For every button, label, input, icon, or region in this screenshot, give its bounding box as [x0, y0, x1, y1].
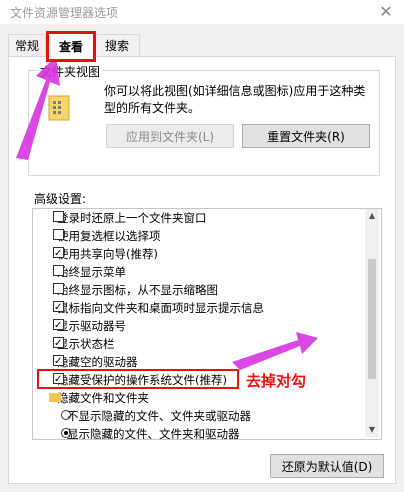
scroll-thumb[interactable]	[368, 259, 376, 379]
list-item-label: 显示驱动器号	[57, 319, 126, 333]
list-item-label: 显示状态栏	[57, 337, 115, 351]
advanced-settings-list[interactable]: 登录时还原上一个文件夹窗口 使用复选框以选择项 使用共享向导(推荐) 始终显示菜…	[32, 208, 382, 440]
list-item[interactable]: 显示状态栏	[47, 335, 115, 353]
list-item-label: 隐藏文件和文件夹	[57, 391, 149, 405]
list-item-label: 不显示隐藏的文件、文件夹或驱动器	[67, 409, 251, 423]
list-item-label: 始终显示图标，从不显示缩略图	[57, 283, 218, 297]
checkbox[interactable]	[53, 265, 64, 276]
folder-view-icon	[48, 95, 70, 121]
radio-button[interactable]	[61, 410, 71, 420]
list-item[interactable]: 使用共享向导(推荐)	[47, 245, 158, 263]
window-title: 文件资源管理器选项	[10, 6, 119, 20]
checkbox[interactable]	[53, 245, 64, 263]
list-item-label: 始终显示菜单	[57, 265, 126, 279]
checkbox[interactable]	[53, 283, 64, 294]
checkbox[interactable]	[53, 211, 64, 222]
folder-icon	[49, 393, 61, 402]
list-item-label: 隐藏空的驱动器	[57, 355, 138, 369]
checkbox[interactable]	[53, 317, 64, 335]
advanced-settings-label: 高级设置:	[34, 192, 87, 206]
scroll-down-icon[interactable]: ▼	[365, 423, 379, 437]
list-item-label: 显示隐藏的文件、文件夹和驱动器	[67, 427, 240, 440]
reset-folders-button[interactable]: 重置文件夹(R)	[242, 124, 370, 148]
list-item[interactable]: 不显示隐藏的文件、文件夹或驱动器	[47, 407, 251, 425]
list-item-label: 使用共享向导(推荐)	[57, 247, 158, 261]
list-item-label: 使用复选框以选择项	[57, 229, 161, 243]
radio-button[interactable]	[61, 428, 71, 438]
list-item[interactable]: 始终显示菜单	[47, 263, 126, 281]
folder-view-description: 你可以将此视图(如详细信息或图标)应用于这种类型的所有文件夹。	[104, 84, 366, 115]
list-item[interactable]: 显示隐藏的文件、文件夹和驱动器	[47, 425, 240, 440]
folder-view-title: 文件夹视图	[38, 63, 103, 80]
scroll-up-icon[interactable]: ▲	[365, 209, 379, 223]
close-icon[interactable]: ✕	[378, 2, 394, 21]
list-item[interactable]: 鼠标指向文件夹和桌面项时显示提示信息	[47, 299, 264, 317]
tab-general[interactable]: 常规	[8, 34, 46, 57]
list-scrollbar[interactable]: ▲ ▼	[365, 209, 379, 437]
restore-defaults-button[interactable]: 还原为默认值(D)	[270, 454, 384, 478]
list-item[interactable]: 显示驱动器号	[47, 317, 126, 335]
checkbox[interactable]	[53, 299, 64, 317]
list-item[interactable]: 登录时还原上一个文件夹窗口	[47, 209, 207, 227]
list-item[interactable]: 始终显示图标，从不显示缩略图	[47, 281, 218, 299]
tab-search[interactable]: 搜索	[94, 34, 140, 57]
list-item[interactable]: 使用复选框以选择项	[47, 227, 161, 245]
list-item: 隐藏文件和文件夹	[47, 389, 149, 407]
list-item-label: 登录时还原上一个文件夹窗口	[57, 211, 207, 225]
annotation-text: 去掉对勾	[246, 372, 307, 390]
highlight-box	[37, 369, 239, 389]
apply-to-folders-button[interactable]: 应用到文件夹(L)	[106, 124, 234, 148]
tab-view[interactable]: 查看	[46, 31, 96, 62]
title-bar: 文件资源管理器选项 ✕	[0, 0, 404, 24]
checkbox[interactable]	[53, 335, 64, 353]
checkbox[interactable]	[53, 229, 64, 240]
list-item-label: 鼠标指向文件夹和桌面项时显示提示信息	[57, 301, 264, 315]
checkbox[interactable]	[53, 353, 64, 371]
